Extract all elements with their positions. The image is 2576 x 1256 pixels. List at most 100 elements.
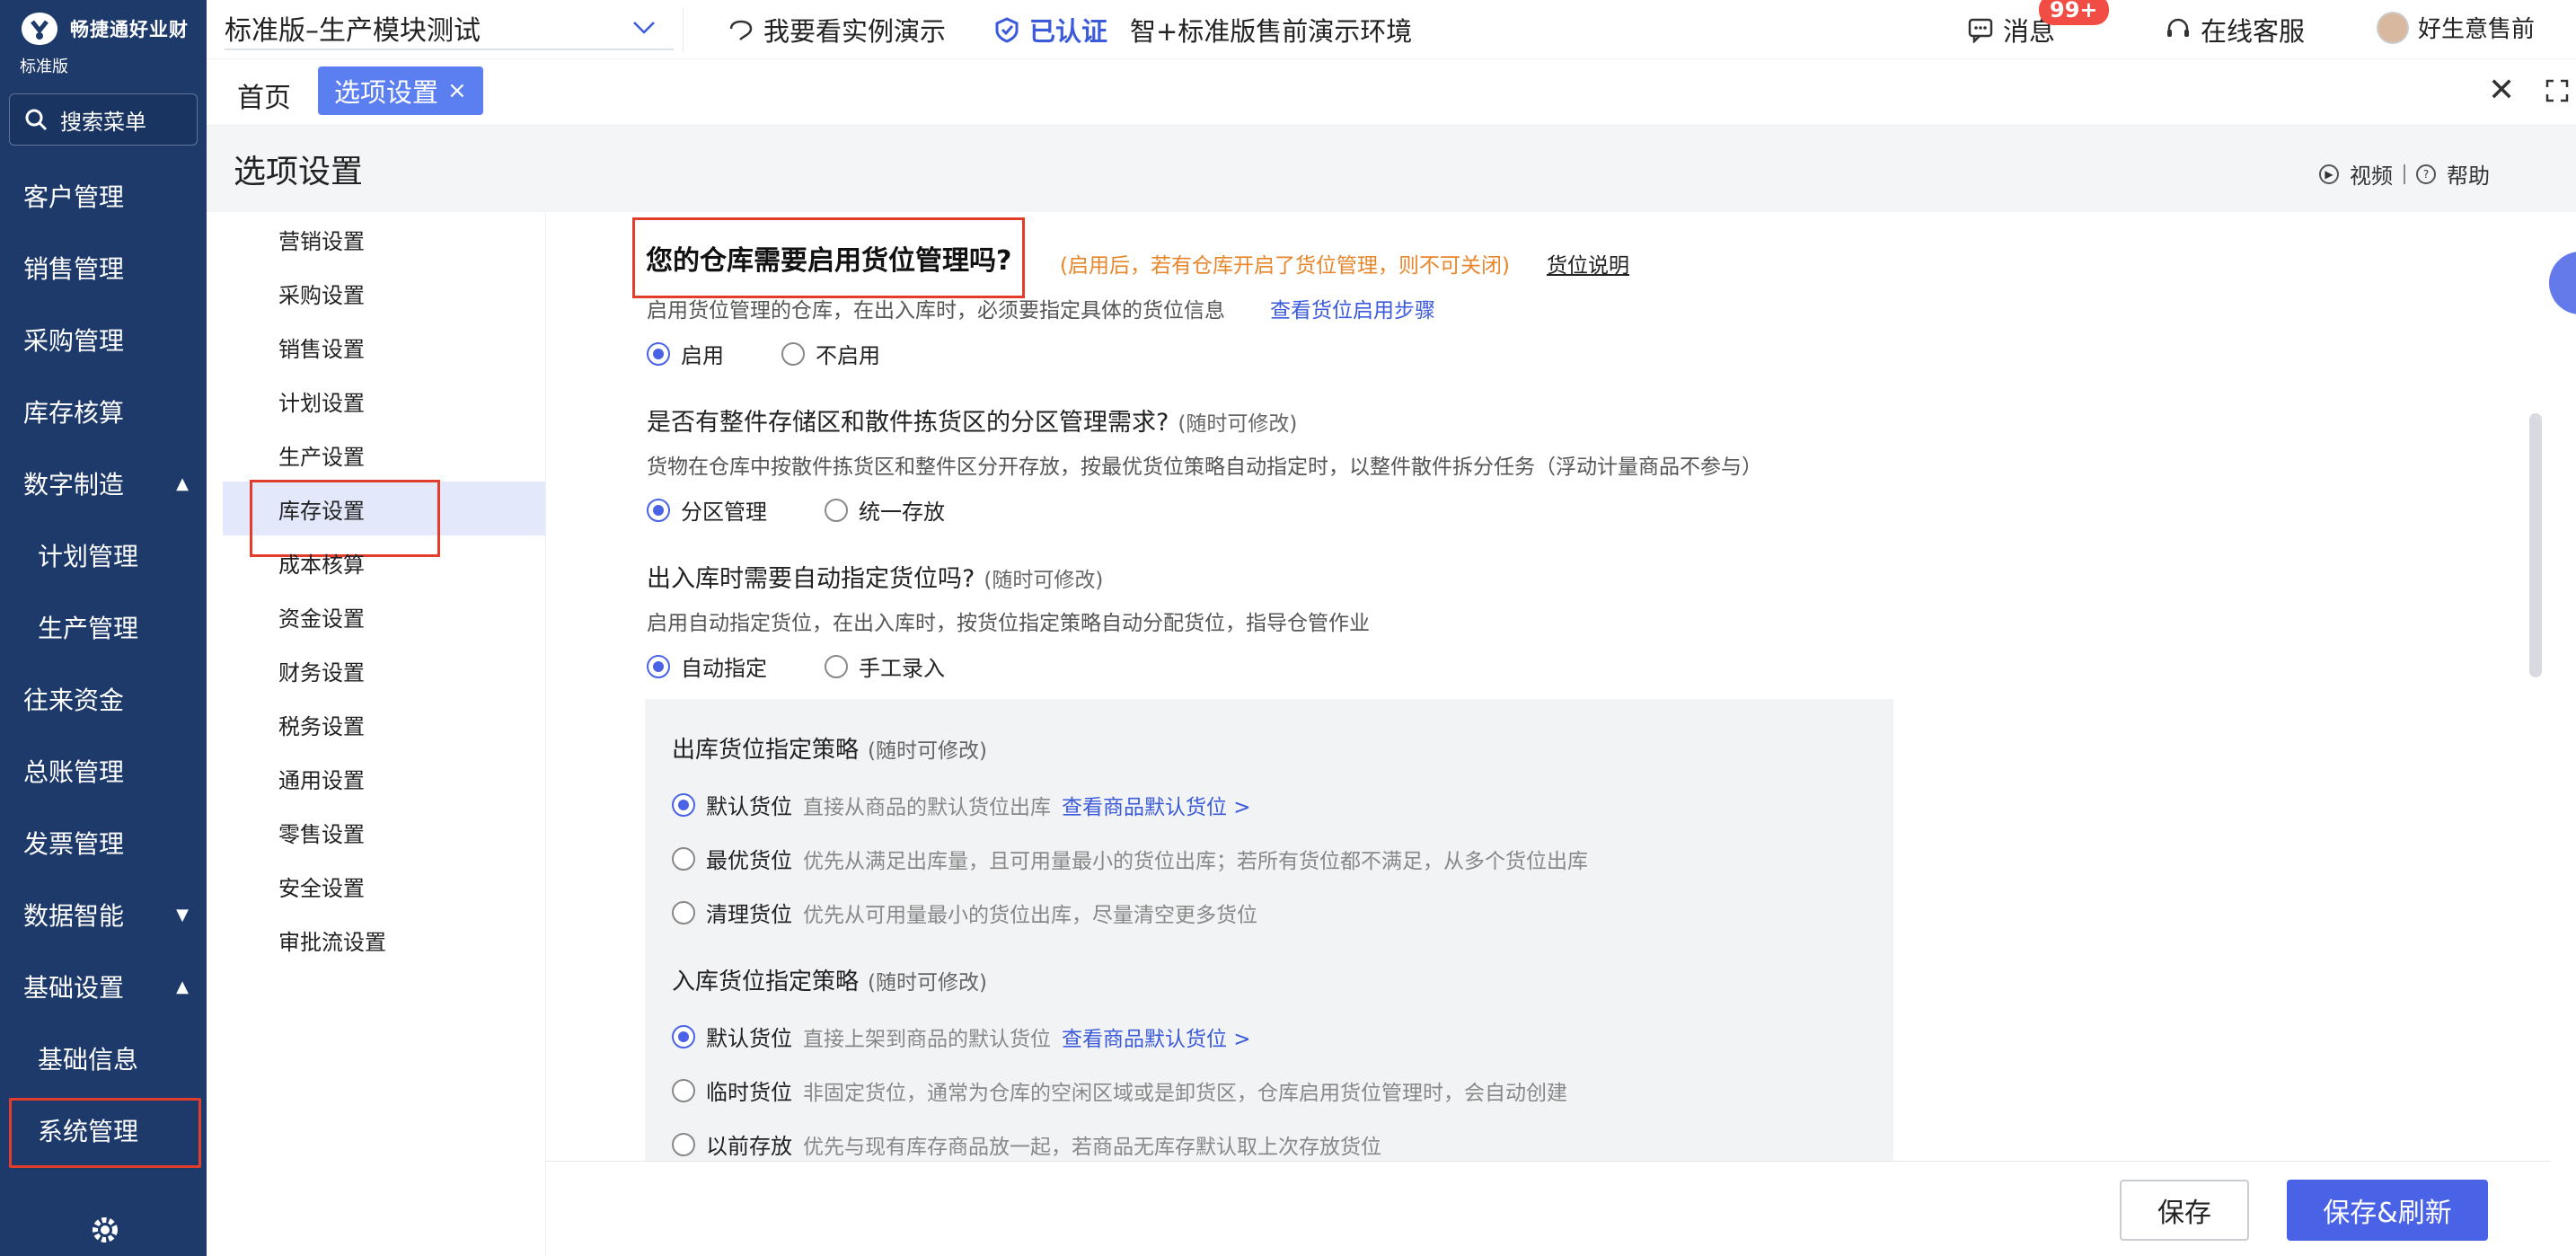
setnav-item-sales[interactable]: 销售设置	[223, 320, 545, 374]
sidebar-item-sales[interactable]: 销售管理	[0, 232, 207, 304]
fullscreen-icon[interactable]	[2545, 79, 2569, 102]
inbound-option-default[interactable]: 默认货位 直接上架到商品的默认货位 查看商品默认货位 >	[672, 1021, 1251, 1052]
video-link[interactable]: 视频	[2350, 158, 2393, 190]
outbound-option-clear[interactable]: 清理货位 优先从可用量最小的货位出库，尽量清空更多货位	[672, 897, 1257, 928]
setnav-item-security[interactable]: 安全设置	[223, 859, 545, 913]
inbound-policy-sub: (随时可修改)	[868, 971, 987, 995]
zone-management-desc: 货物在仓库中按散件拣货区和整件区分开存放，按最优货位策略自动指定时，以整件散件拆…	[647, 456, 1762, 479]
setnav-item-funds[interactable]: 资金设置	[223, 589, 545, 643]
radio-unified-storage[interactable]	[825, 498, 848, 522]
caret-up-icon: ▲	[176, 473, 189, 493]
gear-icon[interactable]	[90, 1215, 120, 1245]
content-scrollbar[interactable]	[2529, 413, 2542, 677]
option-desc: 优先从满足出库量，且可用量最小的货位出库；若所有货位都不满足，从多个货位出库	[803, 849, 1588, 873]
bin-management-options: 启用 不启用	[647, 338, 880, 369]
radio-auto-assign[interactable]	[647, 654, 670, 678]
sidebar-item-basic-info[interactable]: 基础信息	[0, 1022, 207, 1094]
online-service-button[interactable]: 在线客服	[2165, 11, 2305, 49]
radio-enable[interactable]	[647, 341, 670, 366]
option-label: 清理货位	[706, 902, 792, 927]
sidebar-item-label: 库存核算	[23, 398, 125, 428]
sidebar-item-data-intel[interactable]: 数据智能 ▼	[0, 879, 207, 951]
sidebar-item-invoice[interactable]: 发票管理	[0, 807, 207, 879]
settings-content: 您的仓库需要启用货位管理吗? (启用后，若有仓库开启了货位管理，则不可关闭) 货…	[546, 212, 2551, 1161]
env-name: 智+标准版售前演示环境	[1130, 11, 1412, 49]
demo-link[interactable]: 我要看实例演示	[728, 11, 946, 49]
zone-management-question: 是否有整件存储区和散件拣货区的分区管理需求? (随时可修改)	[647, 402, 1297, 438]
outbound-option-default[interactable]: 默认货位 直接从商品的默认货位出库 查看商品默认货位 >	[672, 789, 1251, 820]
bin-management-question: 您的仓库需要启用货位管理吗?	[646, 245, 1012, 277]
inbound-option-previous[interactable]: 以前存放 优先与现有库存商品放一起，若商品无库存默认取上次存放货位	[672, 1128, 1381, 1160]
radio-inbound-default[interactable]	[672, 1024, 695, 1048]
radio-outbound-clear[interactable]	[672, 900, 695, 924]
online-service-label: 在线客服	[2201, 16, 2306, 47]
page-title: 选项设置	[234, 154, 364, 190]
top-bar: 标准版–生产模块测试 我要看实例演示 已认证 智+标准版售前演示环境 消息 99…	[207, 0, 2576, 59]
radio-outbound-default[interactable]	[672, 792, 695, 817]
outbound-option-optimal[interactable]: 最优货位 优先从满足出库量，且可用量最小的货位出库；若所有货位都不满足，从多个货…	[672, 843, 1588, 874]
tab-options-settings[interactable]: 选项设置 ×	[318, 66, 483, 115]
setnav-item-inventory[interactable]: 库存设置	[223, 480, 545, 557]
floating-assistant-tab[interactable]	[2549, 252, 2576, 314]
bin-enable-steps-link[interactable]: 查看货位启用步骤	[1270, 293, 1435, 323]
setnav-item-general[interactable]: 通用设置	[223, 751, 545, 805]
sidebar-item-label: 计划管理	[38, 542, 139, 571]
user-name: 好生意售前	[2418, 16, 2536, 43]
brand[interactable]: 畅捷通好业财	[18, 9, 189, 49]
chevron-down-icon	[633, 22, 655, 34]
sidebar: 畅捷通好业财 标准版 搜索菜单 客户管理 销售管理 采购管理 库存核算 数字制造…	[0, 0, 207, 1256]
org-select[interactable]: 标准版–生产模块测试	[225, 7, 674, 50]
sidebar-item-label: 基础设置	[23, 973, 125, 1003]
bin-explanation-link[interactable]: 货位说明	[1547, 248, 1629, 279]
sidebar-item-inventory[interactable]: 库存核算	[0, 376, 207, 447]
setnav-item-retail[interactable]: 零售设置	[223, 805, 545, 859]
setnav-item-tax[interactable]: 税务设置	[223, 697, 545, 751]
option-desc: 非固定货位，通常为仓库的空闲区域或是卸货区，仓库启用货位管理时，会自动创建	[803, 1081, 1567, 1105]
sidebar-item-planning[interactable]: 计划管理	[0, 519, 207, 591]
brand-name: 畅捷通好业财	[70, 19, 189, 40]
radio-inbound-temporary[interactable]	[672, 1078, 695, 1102]
radio-inbound-previous[interactable]	[672, 1132, 695, 1156]
divider	[683, 7, 684, 52]
sidebar-item-production[interactable]: 生产管理	[0, 591, 207, 663]
org-select-value: 标准版–生产模块测试	[225, 15, 481, 47]
sidebar-item-manufacturing[interactable]: 数字制造 ▲	[0, 447, 207, 519]
headset-icon	[2167, 18, 2189, 37]
sidebar-item-label: 基础信息	[38, 1045, 139, 1075]
radio-zone-managed[interactable]	[647, 498, 670, 522]
tabs-bar: 首页 选项设置 × ✕	[207, 59, 2576, 126]
sidebar-item-customer[interactable]: 客户管理	[0, 160, 207, 232]
brand-logo-icon	[22, 13, 57, 45]
sidebar-item-funds[interactable]: 往来资金	[0, 663, 207, 735]
bin-management-warning: (启用后，若有仓库开启了货位管理，则不可关闭)	[1060, 254, 1510, 278]
setnav-item-production[interactable]: 生产设置	[223, 428, 545, 482]
save-refresh-button[interactable]: 保存&刷新	[2287, 1180, 2488, 1241]
user-menu[interactable]: 好生意售前	[2377, 11, 2535, 44]
radio-disable[interactable]	[781, 341, 805, 366]
sidebar-item-system[interactable]: 系统管理	[0, 1094, 207, 1168]
setnav-item-costing[interactable]: 成本核算	[223, 535, 545, 589]
menu-search-input[interactable]: 搜索菜单	[9, 93, 198, 146]
sidebar-item-ledger[interactable]: 总账管理	[0, 735, 207, 807]
certified-badge[interactable]: 已认证	[993, 11, 1107, 49]
sidebar-item-basic-settings[interactable]: 基础设置 ▲	[0, 951, 207, 1022]
setnav-item-approval[interactable]: 审批流设置	[223, 913, 545, 967]
setnav-item-planning[interactable]: 计划设置	[223, 374, 545, 428]
setnav-item-marketing[interactable]: 营销设置	[223, 212, 545, 266]
setnav-item-finance[interactable]: 财务设置	[223, 643, 545, 697]
help-link[interactable]: 帮助	[2447, 158, 2490, 190]
radio-outbound-optimal[interactable]	[672, 846, 695, 871]
close-window-icon[interactable]: ✕	[2488, 72, 2515, 109]
option-label: 默认货位	[706, 1026, 792, 1051]
option-desc: 优先从可用量最小的货位出库，尽量清空更多货位	[803, 903, 1257, 927]
radio-manual-entry[interactable]	[825, 654, 848, 678]
tab-home[interactable]: 首页	[237, 75, 291, 115]
save-button[interactable]: 保存	[2120, 1180, 2249, 1241]
brand-version: 标准版	[20, 57, 68, 76]
view-default-bin-link[interactable]: 查看商品默认货位 >	[1062, 1022, 1251, 1052]
view-default-bin-link[interactable]: 查看商品默认货位 >	[1062, 790, 1251, 820]
sidebar-item-purchase[interactable]: 采购管理	[0, 304, 207, 376]
close-icon[interactable]: ×	[447, 77, 467, 104]
setnav-item-purchase[interactable]: 采购设置	[223, 266, 545, 320]
inbound-option-temporary[interactable]: 临时货位 非固定货位，通常为仓库的空闲区域或是卸货区，仓库启用货位管理时，会自动…	[672, 1075, 1567, 1106]
